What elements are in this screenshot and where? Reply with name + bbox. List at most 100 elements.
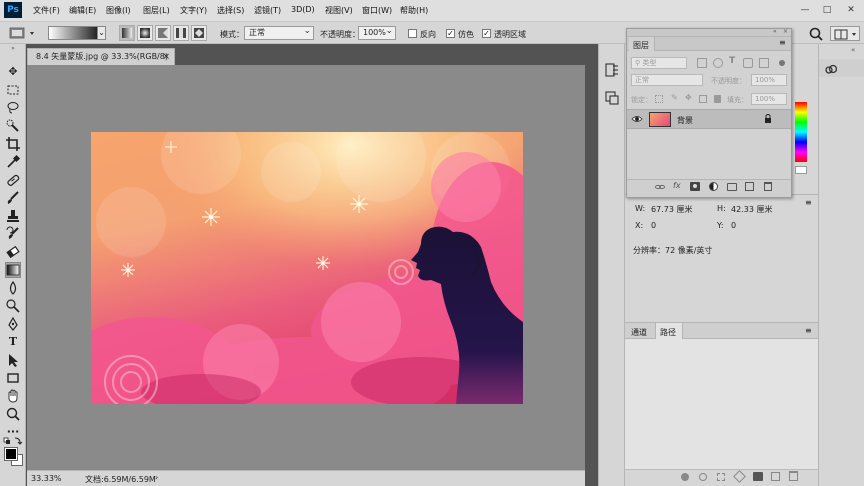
gradient-tool-icon[interactable] [5,262,21,278]
close-icon[interactable]: × [783,28,788,35]
chevron-down-icon[interactable]: ⌄ [97,26,106,40]
creative-cloud-icon[interactable] [825,63,838,75]
search-icon[interactable] [808,26,824,42]
layer-name[interactable]: 背景 [677,115,693,126]
tab-layers[interactable]: 图层 [633,40,649,51]
menu-layer[interactable]: 图层(L) [143,5,170,16]
fx-icon[interactable]: fx [673,181,681,190]
rectangle-tool-icon[interactable] [5,370,21,386]
pen-tool-icon[interactable] [5,316,21,332]
document-tab[interactable]: 8.4 矢量蒙版.jpg @ 33.3%(RGB/8) × [27,48,175,65]
eraser-tool-icon[interactable] [5,244,21,260]
menu-3d[interactable]: 3D(D) [291,5,315,14]
new-layer-icon[interactable] [745,182,754,191]
blur-tool-icon[interactable] [5,280,21,296]
filter-toggle-icon[interactable] [779,60,785,66]
lock-artboard-icon[interactable] [699,95,707,103]
status-arrow-icon[interactable]: › [155,473,158,482]
clone-stamp-tool-icon[interactable] [5,208,21,224]
lock-position-icon[interactable]: ✥ [685,93,692,102]
filter-pixel-icon[interactable] [697,58,707,68]
zoom-level[interactable]: 33.33% [31,474,62,483]
layer-blend-mode[interactable]: 正常 [631,74,703,86]
lasso-tool-icon[interactable] [5,100,21,116]
menu-type[interactable]: 文字(Y) [180,5,207,16]
trash-icon[interactable] [764,182,772,191]
hand-tool-icon[interactable] [5,388,21,404]
panel-menu-icon[interactable]: ≡ [779,38,786,47]
transparency-checkbox[interactable]: ✓ [482,29,491,38]
collapse-toolbar-icon[interactable]: » [2,46,24,52]
menu-help[interactable]: 帮助(H) [400,5,428,16]
collapse-icon[interactable]: « [851,46,855,54]
mask-icon[interactable] [690,182,700,191]
layer-opacity-field[interactable]: 100% [751,74,787,86]
workspace-switcher[interactable] [830,26,860,41]
quick-selection-tool-icon[interactable] [5,118,21,134]
color-spectrum[interactable] [795,102,807,162]
layer-row[interactable]: 背景 [627,109,791,129]
panel-menu-icon[interactable]: ≡ [805,198,812,207]
blend-mode-select[interactable]: 正常 [244,25,314,40]
add-mask-icon[interactable] [753,472,763,481]
foreground-color-swatch[interactable] [4,447,18,461]
tab-channels[interactable]: 通道 [631,327,647,338]
link-icon[interactable] [655,182,665,192]
history-panel-icon[interactable] [604,62,620,78]
maximize-button[interactable]: □ [818,3,836,17]
history-brush-tool-icon[interactable] [5,226,21,242]
trash-icon[interactable] [789,471,798,481]
menu-image[interactable]: 图像(I) [106,5,131,16]
swap-colors-icon[interactable] [3,436,23,446]
healing-brush-tool-icon[interactable] [5,172,21,188]
fill-path-icon[interactable] [681,473,689,481]
eyedropper-tool-icon[interactable] [5,154,21,170]
menu-filter[interactable]: 滤镜(T) [254,5,281,16]
new-path-icon[interactable] [771,472,780,481]
dodge-tool-icon[interactable] [5,298,21,314]
menu-edit[interactable]: 编辑(E) [69,5,96,16]
menu-window[interactable]: 窗口(W) [362,5,392,16]
close-button[interactable]: ✕ [842,3,860,17]
filter-adjustment-icon[interactable] [713,58,723,68]
opacity-field[interactable]: 100% [358,25,396,40]
reflected-gradient-button[interactable] [173,25,189,41]
move-tool-icon[interactable]: ✥ [5,64,21,80]
tool-preset-picker[interactable] [8,26,38,40]
dither-checkbox[interactable]: ✓ [446,29,455,38]
menu-view[interactable]: 视图(V) [325,5,353,16]
adjustment-icon[interactable] [709,182,718,191]
marquee-tool-icon[interactable] [5,82,21,98]
fill-field[interactable]: 100% [751,93,787,105]
zoom-tool-icon[interactable] [5,406,21,422]
reverse-checkbox[interactable] [408,29,417,38]
collapse-icon[interactable]: « [773,28,777,35]
filter-smart-object-icon[interactable] [759,58,769,68]
menu-select[interactable]: 选择(S) [217,5,244,16]
layer-kind-filter[interactable]: ⚲ 类型 [631,57,687,69]
filter-type-icon[interactable]: T [729,56,735,66]
menu-file[interactable]: 文件(F) [33,5,60,16]
radial-gradient-button[interactable] [137,25,153,41]
properties-panel-icon[interactable] [604,90,620,106]
path-selection-tool-icon[interactable] [5,352,21,368]
tab-paths[interactable]: 路径 [660,327,676,338]
document-image[interactable] [91,132,523,404]
lock-pixels-icon[interactable]: ✎ [671,93,678,102]
panel-menu-icon[interactable]: ≡ [805,326,812,335]
document-size[interactable]: 文档:6.59M/6.59M [85,474,156,485]
linear-gradient-button[interactable] [119,25,135,41]
type-tool-icon[interactable]: T [5,334,21,350]
eye-icon[interactable] [631,113,643,125]
lock-transparent-icon[interactable] [655,95,663,103]
close-icon[interactable]: × [162,49,170,65]
folder-icon[interactable] [727,183,737,191]
minimize-button[interactable]: — [796,3,814,17]
brush-tool-icon[interactable] [5,190,21,206]
load-selection-icon[interactable] [717,473,725,481]
diamond-gradient-button[interactable] [191,25,207,41]
crop-tool-icon[interactable] [5,136,21,152]
lock-all-icon[interactable] [714,95,721,103]
filter-shape-icon[interactable] [743,58,753,68]
angle-gradient-button[interactable] [155,25,171,41]
